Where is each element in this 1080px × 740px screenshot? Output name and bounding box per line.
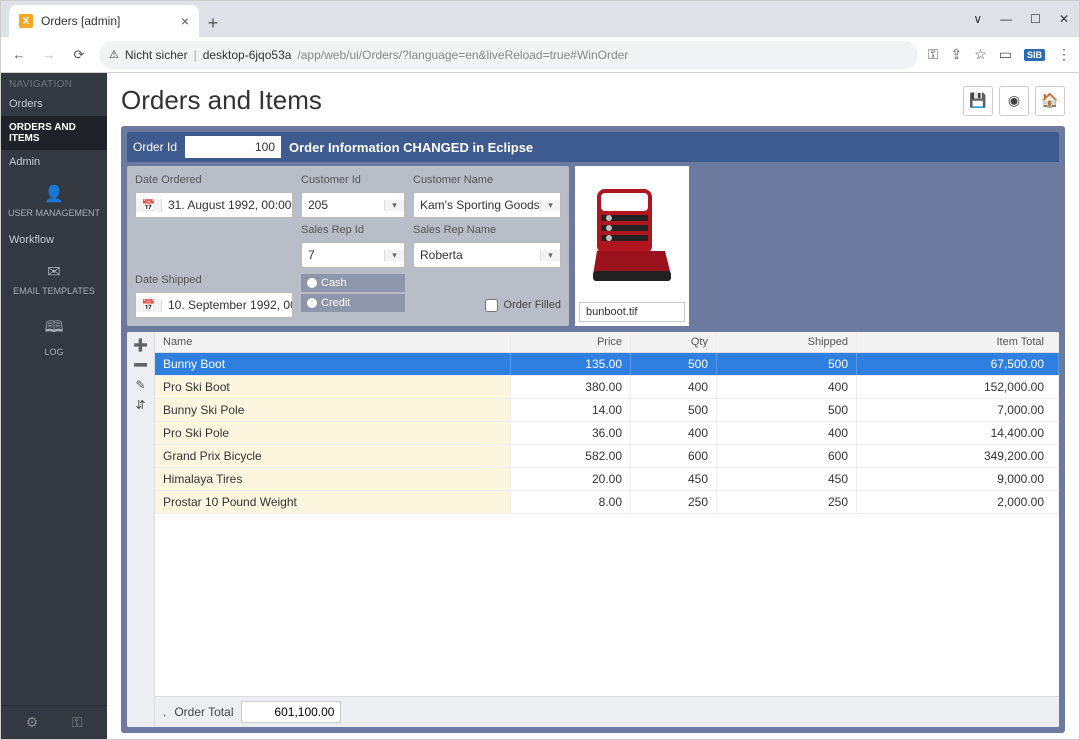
order-filled-checkbox[interactable] — [485, 299, 498, 312]
order-id-input[interactable] — [185, 136, 281, 158]
sidebar: NAVIGATION Orders ORDERS AND ITEMS Admin… — [1, 73, 107, 739]
tab-favicon: X — [19, 14, 33, 28]
col-name[interactable]: Name — [155, 332, 511, 352]
table-row[interactable]: Prostar 10 Pound Weight8.002502502,000.0… — [155, 491, 1059, 514]
mail-icon: ✉ — [47, 262, 60, 282]
share-icon[interactable]: ⇪ — [950, 46, 962, 63]
chevron-down-icon: ▾ — [540, 200, 560, 211]
address-bar[interactable]: ⚠ Nicht sicher | desktop-6jqo53a/app/web… — [99, 41, 918, 69]
grid-remove-icon[interactable]: ➖ — [133, 358, 148, 372]
url-host: desktop-6jqo53a — [203, 48, 292, 62]
sidebar-section-navigation: NAVIGATION — [1, 73, 107, 92]
sidebar-item-admin[interactable]: Admin — [1, 150, 107, 174]
table-row[interactable]: Bunny Boot135.0050050067,500.00 — [155, 353, 1059, 376]
payment-radio-cash[interactable]: Cash — [301, 274, 405, 292]
reader-icon[interactable]: ▭ — [999, 46, 1012, 63]
sales-rep-name-select[interactable]: Roberta ▾ — [413, 242, 561, 268]
image-caption: bunboot.tif — [579, 302, 685, 322]
browser-tab[interactable]: X Orders [admin] × — [9, 5, 199, 37]
sidebar-item-user-management[interactable]: 👤 USER MANAGEMENT — [1, 174, 107, 228]
col-qty[interactable]: Qty — [631, 332, 717, 352]
sidebar-item-workflow[interactable]: Workflow — [1, 228, 107, 252]
user-icon: 👤 — [44, 184, 64, 204]
sidebar-item-email-templates[interactable]: ✉ EMAIL TEMPLATES — [1, 252, 107, 306]
order-total-field[interactable] — [241, 701, 341, 723]
customer-name-select[interactable]: Kam's Sporting Goods ▾ — [413, 192, 561, 218]
key-icon[interactable]: ⚿ — [928, 46, 939, 63]
col-item-total[interactable]: Item Total — [857, 332, 1059, 352]
sidebar-item-orders[interactable]: Orders — [1, 92, 107, 116]
date-shipped-field[interactable]: 📅 10. September 1992, 00:00 — [135, 292, 293, 318]
window-minimize-icon[interactable]: — — [1000, 12, 1012, 26]
tab-title: Orders [admin] — [41, 14, 120, 28]
window-dropdown-icon[interactable]: ∨ — [973, 12, 982, 26]
table-row[interactable]: Pro Ski Boot380.00400400152,000.00 — [155, 376, 1059, 399]
nav-back-button[interactable]: ← — [9, 47, 29, 62]
new-tab-button[interactable]: + — [199, 9, 227, 37]
table-row[interactable]: Bunny Ski Pole14.005005007,000.00 — [155, 399, 1059, 422]
chevron-down-icon: ▾ — [384, 250, 404, 261]
menu-icon[interactable]: ⋮ — [1057, 46, 1071, 63]
grid-add-icon[interactable]: ➕ — [133, 338, 148, 352]
label-sales-rep-name: Sales Rep Name — [413, 224, 561, 236]
security-warning-icon: ⚠ — [109, 48, 119, 61]
security-label: Nicht sicher — [125, 48, 188, 62]
log-icon: 🕮 — [45, 316, 64, 343]
label-customer-name: Customer Name — [413, 174, 561, 186]
label-date-shipped: Date Shipped — [135, 274, 293, 286]
col-price[interactable]: Price — [511, 332, 631, 352]
calendar-icon: 📅 — [136, 299, 162, 312]
chevron-down-icon: ▾ — [384, 200, 404, 211]
extension-badge[interactable]: SIB — [1024, 49, 1045, 61]
product-image-panel: bunboot.tif — [575, 166, 689, 326]
save-button[interactable]: 💾 — [963, 86, 993, 116]
table-row[interactable]: Pro Ski Pole36.0040040014,400.00 — [155, 422, 1059, 445]
order-info-banner: Order Information CHANGED in Eclipse — [289, 140, 533, 155]
order-id-label: Order Id — [133, 140, 177, 154]
label-order-filled: Order Filled — [504, 299, 561, 311]
window-close-icon[interactable]: ✕ — [1059, 12, 1069, 26]
sidebar-item-orders-and-items[interactable]: ORDERS AND ITEMS — [1, 116, 107, 150]
home-button[interactable]: 🏠 — [1035, 86, 1065, 116]
chevron-down-icon: ▾ — [540, 250, 560, 261]
page-title: Orders and Items — [121, 85, 322, 116]
bookmark-icon[interactable]: ☆ — [974, 46, 987, 63]
label-sales-rep-id: Sales Rep Id — [301, 224, 405, 236]
grid-edit-icon[interactable]: ✎ — [135, 378, 145, 392]
sales-rep-id-select[interactable]: 7 ▾ — [301, 242, 405, 268]
product-image — [579, 170, 685, 298]
label-date-ordered: Date Ordered — [135, 174, 293, 186]
sidebar-item-log[interactable]: 🕮 LOG — [1, 306, 107, 367]
nav-reload-button[interactable]: ⟳ — [69, 47, 89, 63]
customer-id-select[interactable]: 205 ▾ — [301, 192, 405, 218]
window-maximize-icon[interactable]: ☐ — [1030, 12, 1041, 26]
grid-sort-icon[interactable]: ⇵ — [135, 398, 145, 412]
col-shipped[interactable]: Shipped — [717, 332, 857, 352]
label-customer-id: Customer Id — [301, 174, 405, 186]
url-path: /app/web/ui/Orders/?language=en&liveRelo… — [297, 48, 628, 62]
date-ordered-field[interactable]: 📅 31. August 1992, 00:00 — [135, 192, 293, 218]
tab-close-icon[interactable]: × — [181, 13, 189, 29]
settings-gear-icon[interactable]: ⚙ — [26, 714, 39, 731]
key-footer-icon[interactable]: ⚿ — [72, 714, 83, 731]
payment-radio-credit[interactable]: Credit — [301, 294, 405, 312]
calendar-icon: 📅 — [136, 199, 162, 212]
grid-header: Name Price Qty Shipped Item Total — [155, 332, 1059, 353]
nav-forward-button[interactable]: → — [39, 47, 59, 62]
refresh-button[interactable]: ◉ — [999, 86, 1029, 116]
order-total-label: Order Total — [174, 705, 233, 719]
table-row[interactable]: Himalaya Tires20.004504509,000.00 — [155, 468, 1059, 491]
table-row[interactable]: Grand Prix Bicycle582.00600600349,200.00 — [155, 445, 1059, 468]
